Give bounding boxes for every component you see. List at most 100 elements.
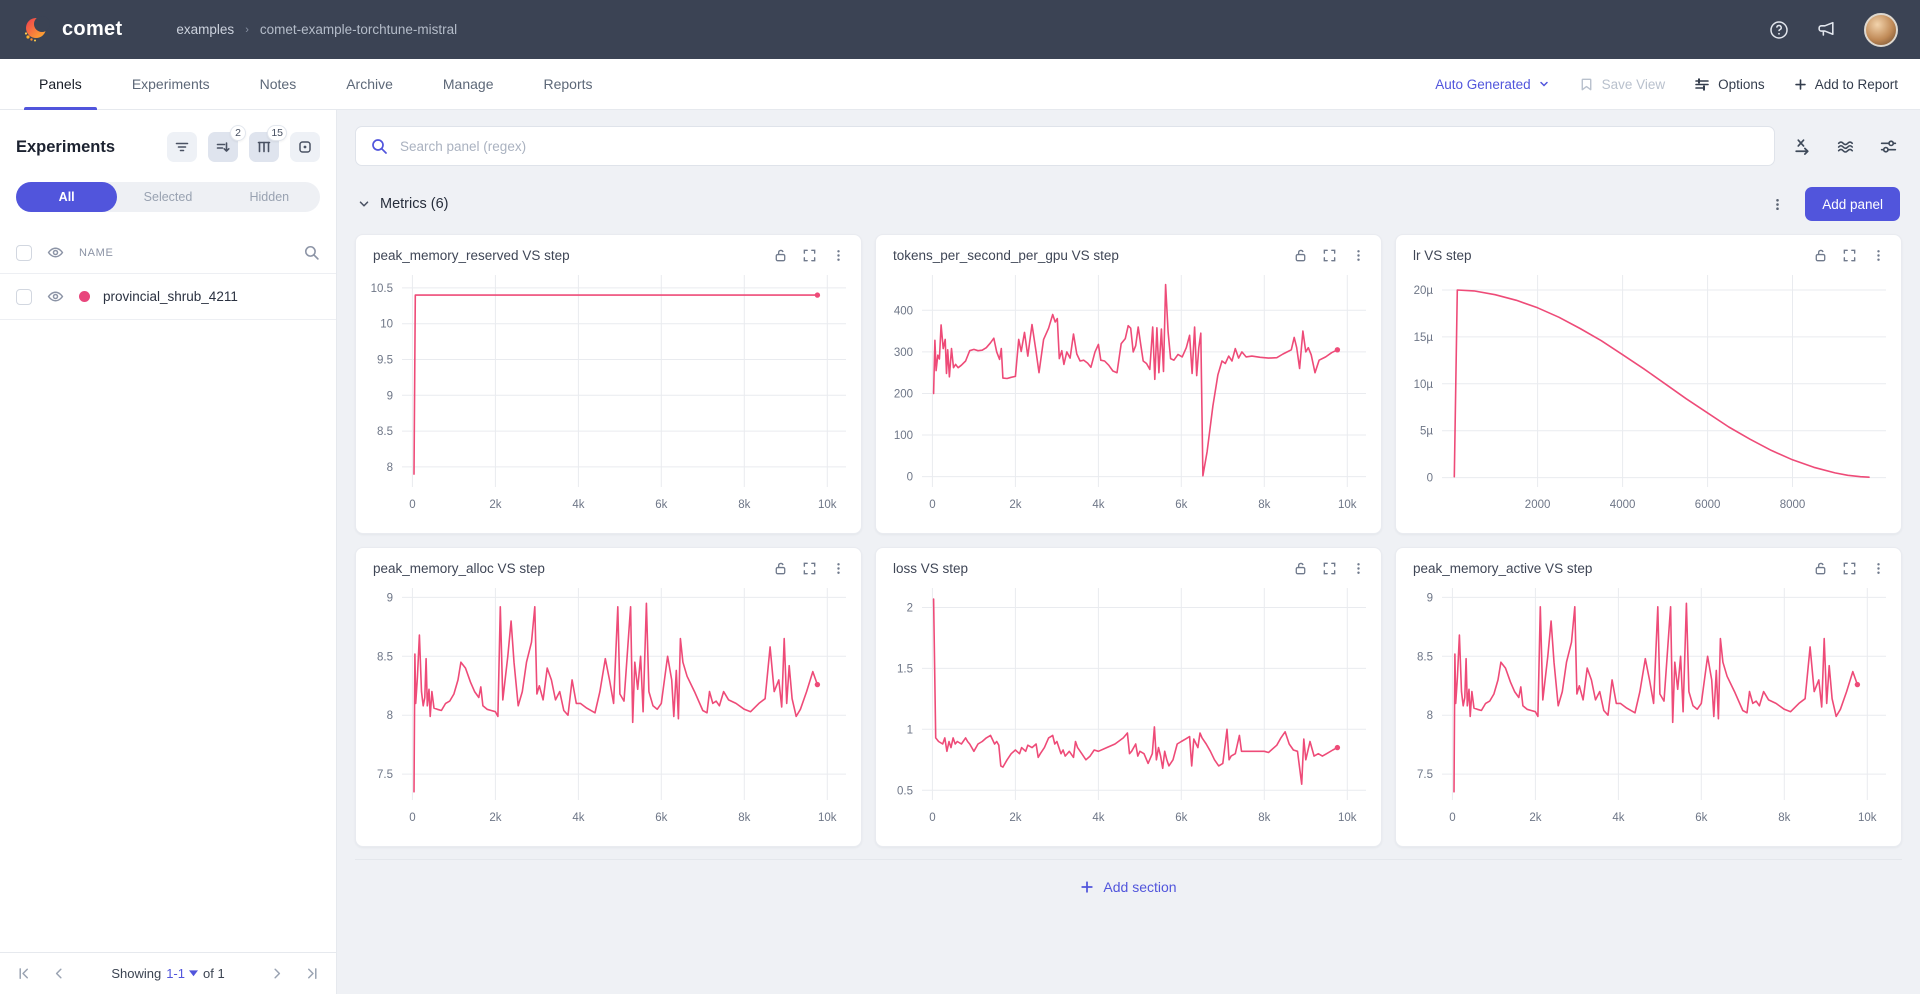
breadcrumb-project[interactable]: comet-example-torchtune-mistral [260,22,457,37]
announcements-icon[interactable] [1816,19,1837,40]
svg-text:8000: 8000 [1780,499,1806,511]
chart-settings-icon[interactable] [1879,137,1898,156]
tab-notes[interactable]: Notes [235,59,322,110]
svg-text:8.5: 8.5 [377,426,393,438]
kebab-menu-icon[interactable] [831,248,846,263]
filter-selected[interactable]: Selected [117,182,218,212]
line-chart[interactable]: 02k4k6k8k10k88.599.51010.5 [356,265,861,517]
select-all-checkbox[interactable] [16,245,32,261]
section-kebab-menu-icon[interactable] [1770,197,1785,212]
svg-text:2k: 2k [489,812,501,824]
svg-text:2k: 2k [489,499,501,511]
tab-manage[interactable]: Manage [418,59,519,110]
experiments-sidebar: Experiments 2 15 All Selected Hidden [0,110,337,994]
filter-icon[interactable] [167,132,197,162]
svg-text:4k: 4k [1092,812,1104,824]
svg-text:8: 8 [1427,710,1433,722]
kebab-menu-icon[interactable] [1871,248,1886,263]
metric-panel: loss VS step 02k4k6k8k10k0.511.52 [875,547,1382,847]
x-axis-settings-icon[interactable] [1793,137,1812,156]
line-chart[interactable]: 02k4k6k8k10k0.511.52 [876,578,1381,830]
svg-text:0: 0 [409,499,415,511]
svg-text:8k: 8k [1258,812,1270,824]
add-section-button[interactable]: Add section [1074,878,1182,896]
experiment-search-icon[interactable] [303,244,320,261]
first-page-icon[interactable] [16,966,31,981]
fullscreen-icon[interactable] [1322,248,1337,263]
svg-text:15µ: 15µ [1414,332,1434,344]
save-view-button[interactable]: Save View [1579,77,1666,92]
experiment-visibility-icon[interactable] [47,288,64,305]
filter-all[interactable]: All [16,182,117,212]
page-range-dropdown[interactable]: 1-1 [166,966,198,981]
lock-icon[interactable] [1813,561,1828,576]
add-panel-button[interactable]: Add panel [1805,187,1900,221]
kebab-menu-icon[interactable] [831,561,846,576]
panel-title: peak_memory_active VS step [1413,561,1813,576]
line-chart[interactable]: 02k4k6k8k10k7.588.59 [1396,578,1901,830]
line-chart[interactable]: 200040006000800005µ10µ15µ20µ [1396,265,1901,517]
kebab-menu-icon[interactable] [1351,561,1366,576]
sort-icon[interactable]: 2 [208,132,238,162]
help-icon[interactable] [1769,20,1789,40]
sort-count-badge: 2 [230,125,246,141]
visibility-all-icon[interactable] [47,244,64,261]
tab-panels[interactable]: Panels [14,59,107,110]
kebab-menu-icon[interactable] [1871,561,1886,576]
experiment-row[interactable]: provincial_shrub_4211 [0,274,336,320]
tab-archive[interactable]: Archive [321,59,418,110]
last-page-icon[interactable] [305,966,320,981]
search-panel-input[interactable] [355,126,1775,166]
svg-text:1.5: 1.5 [897,663,913,675]
experiment-name: provincial_shrub_4211 [103,289,238,304]
panel-grid: peak_memory_reserved VS step 02k4k6k8k10… [355,234,1902,847]
lock-icon[interactable] [1293,248,1308,263]
experiment-checkbox[interactable] [16,289,32,305]
tab-experiments[interactable]: Experiments [107,59,235,110]
add-to-report-button[interactable]: Add to Report [1794,77,1898,92]
panel-title: lr VS step [1413,248,1813,263]
lock-icon[interactable] [773,248,788,263]
fullscreen-icon[interactable] [802,561,817,576]
lock-icon[interactable] [1813,248,1828,263]
svg-text:400: 400 [894,305,913,317]
svg-text:6k: 6k [655,812,667,824]
view-selector-dropdown[interactable]: Auto Generated [1435,77,1549,92]
kebab-menu-icon[interactable] [1351,248,1366,263]
line-chart[interactable]: 02k4k6k8k10k0100200300400 [876,265,1381,517]
tab-reports[interactable]: Reports [518,59,617,110]
next-page-icon[interactable] [270,966,285,981]
svg-text:6k: 6k [1175,812,1187,824]
svg-text:200: 200 [894,389,913,401]
line-chart[interactable]: 02k4k6k8k10k7.588.59 [356,578,861,830]
svg-text:4k: 4k [1092,499,1104,511]
smoothing-icon[interactable] [1836,137,1855,156]
svg-text:10k: 10k [818,812,837,824]
svg-text:0: 0 [929,499,935,511]
svg-text:10k: 10k [1858,812,1877,824]
svg-text:8k: 8k [1258,499,1270,511]
experiments-pagination: Showing 1-1 of 1 [0,952,336,994]
bookmark-icon [1579,77,1594,92]
plus-icon [1794,78,1807,91]
prev-page-icon[interactable] [51,966,66,981]
fullscreen-icon[interactable] [1842,248,1857,263]
svg-text:9: 9 [1427,592,1433,604]
fullscreen-icon[interactable] [802,248,817,263]
lock-icon[interactable] [1293,561,1308,576]
svg-text:4k: 4k [572,499,584,511]
filter-hidden[interactable]: Hidden [219,182,320,212]
section-collapse-icon[interactable] [357,197,371,211]
columns-icon[interactable]: 15 [249,132,279,162]
svg-text:8k: 8k [1778,812,1790,824]
svg-text:10k: 10k [1338,812,1357,824]
showing-label: Showing [111,966,161,981]
options-button[interactable]: Options [1694,76,1765,92]
fullscreen-icon[interactable] [1322,561,1337,576]
comet-logo[interactable]: comet [22,15,122,45]
fullscreen-icon[interactable] [1842,561,1857,576]
lock-icon[interactable] [773,561,788,576]
breadcrumb-workspace[interactable]: examples [176,22,234,37]
user-avatar[interactable] [1864,13,1898,47]
group-icon[interactable] [290,132,320,162]
